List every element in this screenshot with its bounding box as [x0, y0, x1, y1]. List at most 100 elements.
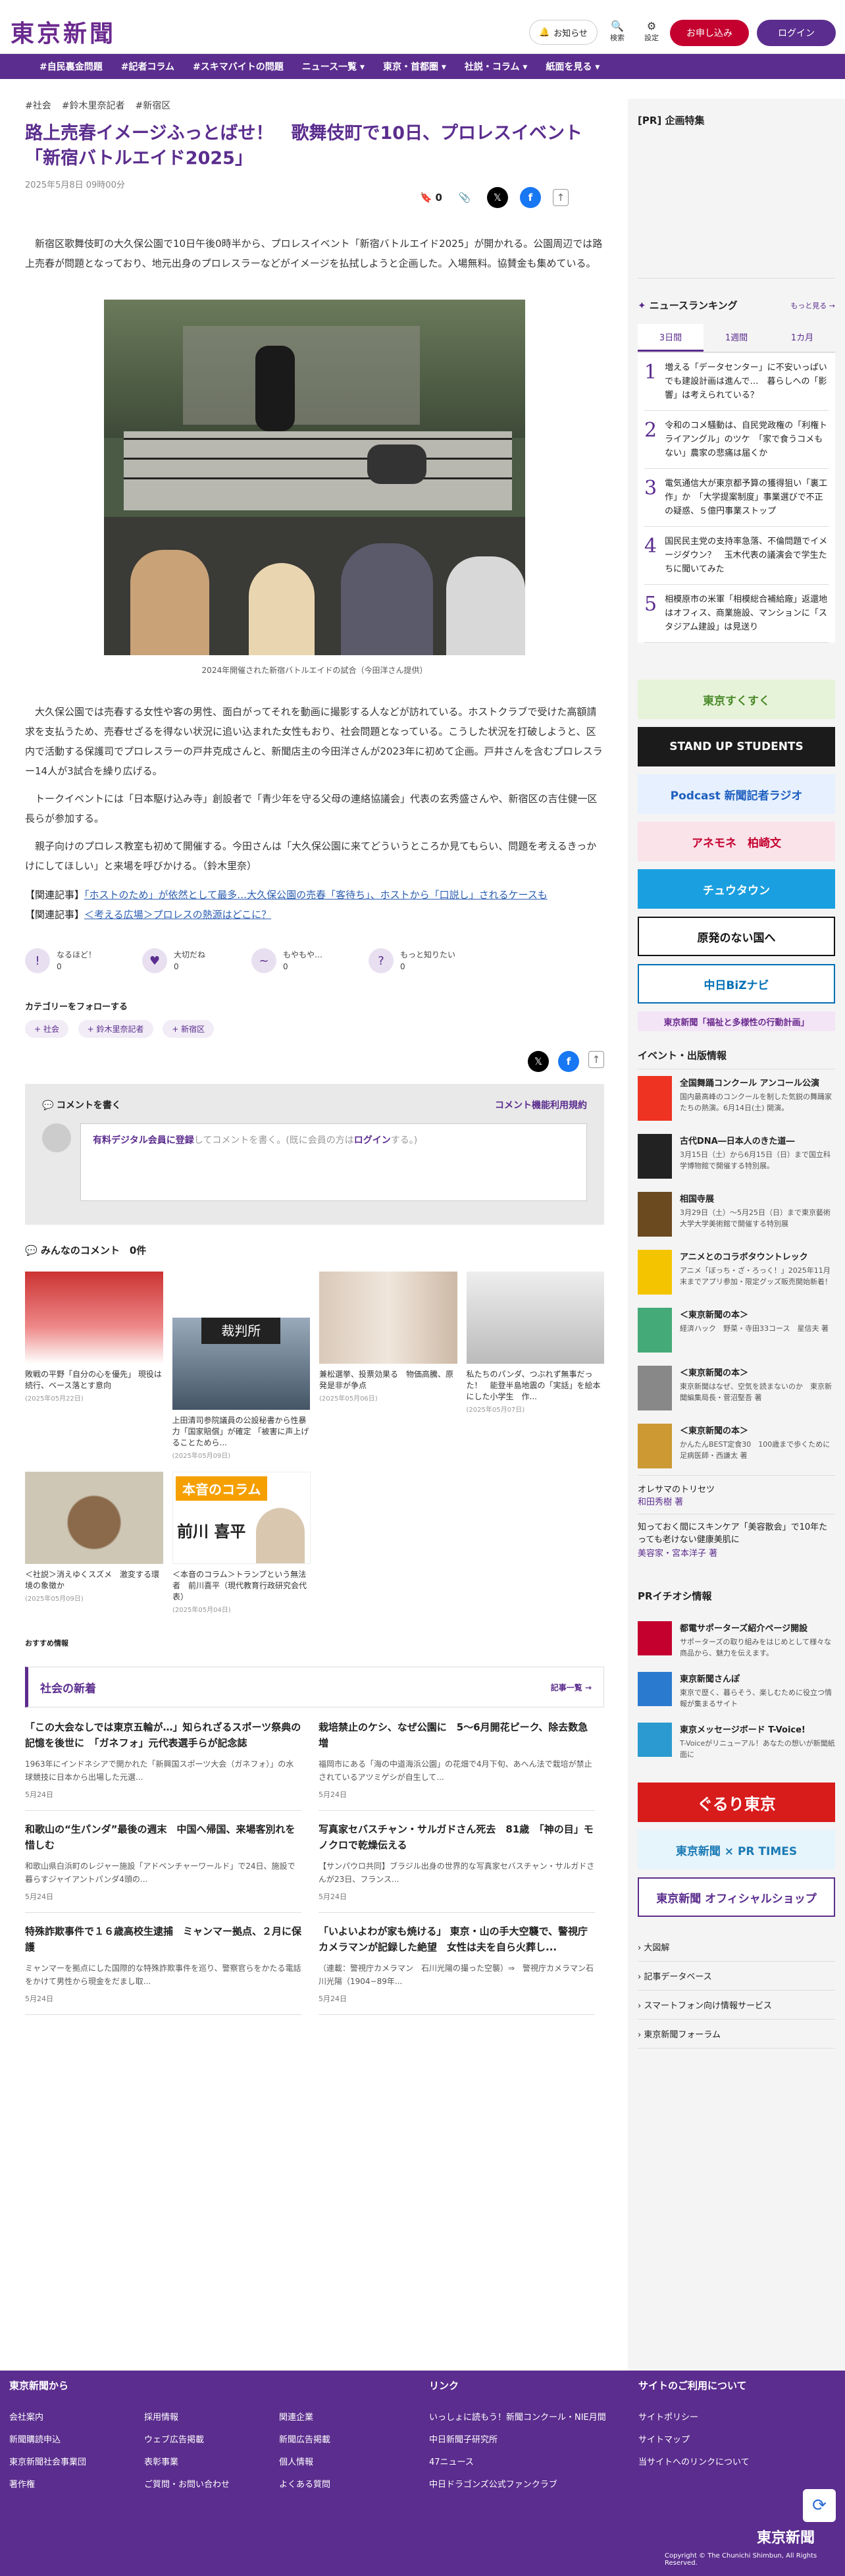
event-item[interactable]: 古代DNA―日本人のきた道― 3月15日（土）から6月15日（日）まで国立科学博物…: [638, 1127, 835, 1185]
nav-item[interactable]: #自民裏金問題: [39, 60, 103, 73]
facebook-share-icon[interactable]: f: [558, 1051, 579, 1072]
reaction-button[interactable]: ! なるほど！ 0: [25, 948, 96, 973]
article-card[interactable]: 敗戦の平野「自分の心を優先」 現役は続行、ベース落とす意向 (2025年05月22…: [25, 1272, 163, 1460]
ranking-item[interactable]: 4 国民民主党の支持率急落、不倫問題でイメージダウン？ 玉木代表の議演会で学生たち…: [644, 527, 829, 585]
banner[interactable]: 東京新聞「福祉と多様性の行動計画」: [638, 1011, 835, 1031]
nav-item[interactable]: 東京・首都圏 ▾: [383, 60, 446, 73]
footer-link[interactable]: ご質問・お問い合わせ: [144, 2479, 279, 2492]
nav-item[interactable]: 紙面を見る ▾: [546, 60, 600, 73]
login-button[interactable]: ログイン: [757, 20, 836, 46]
ranking-item[interactable]: 3 電気通信大が東京都予算の獲得狙い「裏工作」か 「大学提案制度」事業選びで不正の…: [644, 469, 829, 527]
news-item[interactable]: 特殊詐欺事件で１６歳高校生逮捕 ミャンマー拠点、２月に保護 ミャンマーを拠点にした…: [25, 1923, 301, 2015]
ranking-more-link[interactable]: もっと見る →: [790, 300, 835, 311]
footer-link[interactable]: 新聞広告掲載: [279, 2434, 414, 2447]
share-icon[interactable]: ↑: [588, 1051, 604, 1068]
nav-item[interactable]: #記者コラム: [121, 60, 174, 73]
book-item[interactable]: オレサマのトリセツ 和田秀樹 著: [638, 1475, 835, 1514]
ranking-item[interactable]: 5 相模原市の米軍「相模総合補給廠」返還地はオフィス、商業施設、マンションに「スタ…: [644, 585, 829, 643]
settings-button[interactable]: ⚙ 設定: [637, 20, 666, 43]
reaction-button[interactable]: ~ もやもや… 0: [251, 948, 322, 973]
footer-link[interactable]: 表彰事業: [144, 2456, 279, 2469]
search-button[interactable]: 🔍 検索: [603, 20, 632, 43]
footer-link[interactable]: ウェブ広告掲載: [144, 2434, 279, 2447]
ranking-item[interactable]: 2 令和のコメ騒動は、自民党政権の「利権トライアングル」のツケ 「家で食うコメもな…: [644, 411, 829, 469]
tab-3days[interactable]: 3日間: [638, 324, 704, 352]
tag-link[interactable]: #社会: [25, 99, 51, 112]
reaction-button[interactable]: ♥ 大切だね 0: [142, 948, 205, 973]
footer-link[interactable]: 採用情報: [144, 2411, 279, 2425]
ranking-item[interactable]: 1 増える「データセンター」に不安いっぱいでも建設計画は進んで… 暮らしへの「影響…: [644, 353, 829, 411]
news-item[interactable]: 栽培禁止のケシ、なぜ公園に 5～6月開花ピーク、除去数急増 福岡市にある「海の中道…: [319, 1719, 595, 1811]
article-card[interactable]: 裁判所 上田清司参院議員の公設秘書から性暴力「国家賠償」が確定 「被害に声上げるこ…: [172, 1272, 310, 1460]
banner[interactable]: 原発のない国へ: [638, 917, 835, 956]
reaction-button[interactable]: ? もっと知りたい 0: [369, 948, 455, 973]
pr-item[interactable]: 東京新聞さんぽ 東京で歴く、暮らそう、楽しむために役立つ情報が集まるサイト: [638, 1665, 835, 1716]
event-item[interactable]: ＜東京新聞の本＞ かんたんBEST定食30 100歳まで歩くために 足病医師・西謙…: [638, 1417, 837, 1475]
article-card[interactable]: 私たちのパンダ、つぶれず無事だった！ 能登半島地震の「実話」を絵本にした小学生 …: [466, 1272, 604, 1460]
news-item[interactable]: 写真家セバスチャン・サルガドさん死去 81歳 「神の目」モノクロで乾燥伝える 【サ…: [319, 1821, 595, 1913]
x-share-icon[interactable]: 𝕏: [528, 1051, 549, 1072]
event-item[interactable]: 全国舞踊コンクール アンコール公演 国内最高峰のコンクールを制した気鋭の舞踊家たち…: [638, 1069, 835, 1127]
footer-link[interactable]: いっしょに読もう！新聞コンクール・NIE月間: [429, 2411, 606, 2425]
event-item[interactable]: 相国寺展 3月29日（土）～5月25日（日）まで東京藝術大学大学美術館で開催する特…: [638, 1185, 835, 1243]
news-item[interactable]: 和歌山の“生パンダ”最後の週末 中国へ帰国、来場客別れを惜しむ 和歌山県白浜町のレ…: [25, 1821, 301, 1913]
tag-link[interactable]: #鈴木里奈記者: [62, 99, 125, 112]
article-card[interactable]: 本音のコラム 前川 喜平 ＜本音のコラム＞トランプという無法者 前川喜平（現代教育行…: [172, 1472, 311, 1614]
sidebar-link[interactable]: › 記事データベース: [638, 1962, 835, 1991]
ad-banner[interactable]: ぐるり東京: [638, 1783, 835, 1822]
banner[interactable]: Podcast 新聞記者ラジオ: [638, 774, 835, 814]
footer-link[interactable]: 著作権: [9, 2479, 144, 2492]
register-button[interactable]: お申し込み: [670, 20, 749, 46]
more-link[interactable]: 記事一覧 →: [551, 1682, 592, 1693]
ad-banner[interactable]: 東京新聞 オフィシャルショップ: [638, 1877, 835, 1917]
news-item[interactable]: 「この大会なしでは東京五輪が…」知られざるスポーツ祭典の記憶を後世に 「ガネフォ…: [25, 1719, 301, 1811]
banner[interactable]: アネモネ 柏崎文: [638, 822, 835, 861]
footer-logo[interactable]: 東京新聞: [757, 2526, 815, 2547]
footer-link[interactable]: 会社案内: [9, 2411, 144, 2425]
pr-item[interactable]: 都電サポーターズ紹介ページ開設 サポーターズの取り組みをはじめとして様々な商品から…: [638, 1615, 835, 1665]
banner[interactable]: STAND UP STUDENTS: [638, 727, 835, 766]
follow-chip[interactable]: + 鈴木里奈記者: [78, 1020, 153, 1038]
footer-link[interactable]: 中日新聞子研究所: [429, 2434, 606, 2447]
related-article-link[interactable]: ＜考える広場＞プロレスの熱源はどこに？: [84, 909, 271, 921]
footer-link[interactable]: サイトマップ: [638, 2434, 750, 2447]
sidebar-link[interactable]: › スマートフォン向け情報サービス: [638, 1991, 835, 2020]
nav-item[interactable]: 社説・コラム ▾: [465, 60, 527, 73]
banner[interactable]: 東京すくすく: [638, 680, 835, 719]
comment-input[interactable]: 有料デジタル会員に登録してコメントを書く。(既に会員の方はログインする。): [80, 1123, 587, 1201]
tab-1month[interactable]: 1カ月: [769, 324, 835, 352]
footer-link[interactable]: サイトポリシー: [638, 2411, 750, 2425]
x-share-icon[interactable]: 𝕏: [486, 187, 508, 208]
footer-link[interactable]: 関連企業: [279, 2411, 414, 2425]
article-card[interactable]: 兼松選挙、投票効果る 物価高騰、原発是非が争点 (2025年05月06日): [319, 1272, 457, 1460]
tag-link[interactable]: #新宿区: [135, 99, 170, 112]
register-link[interactable]: 有料デジタル会員に登録: [93, 1135, 194, 1146]
event-item[interactable]: アニメとのコラボタウントレック アニメ「ぼっち・ざ・ろっく！」2025年11月末ま…: [638, 1243, 835, 1301]
follow-chip[interactable]: + 新宿区: [163, 1020, 215, 1038]
sidebar-link[interactable]: › 大図解: [638, 1933, 835, 1962]
book-item[interactable]: 知っておく間にスキンケア「美容散会」で10年たっても老けない健康美肌に 美容家・宮…: [638, 1514, 835, 1565]
event-item[interactable]: ＜東京新聞の本＞ 東京新聞はなぜ、空気を読まないのか 東京新聞編集局長・菅沼堅吾 …: [638, 1359, 835, 1417]
footer-link[interactable]: 個人情報: [279, 2456, 414, 2469]
login-link[interactable]: ログイン: [354, 1135, 391, 1146]
footer-link[interactable]: 新聞購読申込: [9, 2434, 144, 2447]
share-icon[interactable]: ↑: [552, 189, 569, 206]
footer-link[interactable]: 中日ドラゴンズ公式ファンクラブ: [429, 2479, 606, 2492]
pr-item[interactable]: 東京メッセージボード T-Voice! T-Voiceがリニューアル！あなたの想い…: [638, 1716, 835, 1767]
footer-link[interactable]: 47ニュース: [429, 2456, 606, 2469]
event-item[interactable]: ＜東京新聞の本＞ 経済ハック 野菜・寺田33コース 星信夫 著: [638, 1301, 835, 1359]
facebook-share-icon[interactable]: f: [519, 187, 541, 208]
site-logo[interactable]: 東京新聞: [11, 14, 116, 49]
footer-link[interactable]: 東京新聞社会事業団: [9, 2456, 144, 2469]
follow-chip[interactable]: + 社会: [25, 1020, 68, 1038]
news-item[interactable]: 「いよいよわが家も焼ける」 東京・山の手大空襲で、警視庁カメラマンが記録した絶望…: [319, 1923, 595, 2015]
tab-1week[interactable]: 1週間: [704, 324, 769, 352]
nav-item[interactable]: ニュース一覧 ▾: [302, 60, 365, 73]
article-card[interactable]: ＜社説＞消えゆくスズメ 激変する環境の象徴か (2025年05月09日): [25, 1472, 163, 1614]
clip-icon[interactable]: 📎: [454, 187, 475, 208]
bookmark-icon[interactable]: 🔖 0: [420, 192, 442, 203]
footer-link[interactable]: 当サイトへのリンクについて: [638, 2456, 750, 2469]
footer-link[interactable]: よくある質問: [279, 2479, 414, 2492]
sidebar-link[interactable]: › 東京新聞フォーラム: [638, 2020, 835, 2049]
ad-banner[interactable]: 東京新聞 × PR TIMES: [638, 1830, 835, 1869]
